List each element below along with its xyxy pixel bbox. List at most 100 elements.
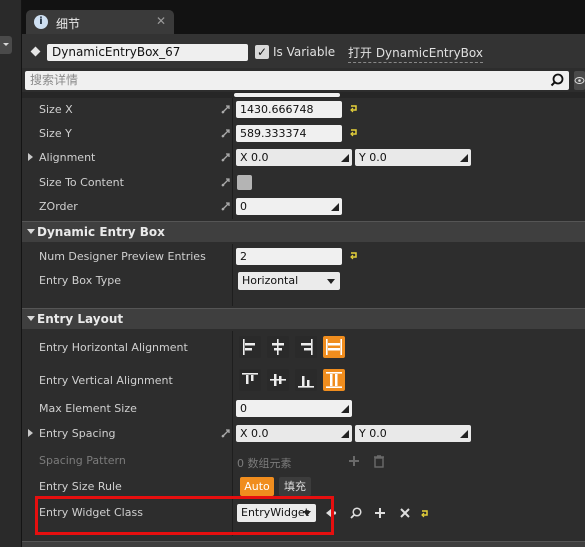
spacing-pattern-label: Spacing Pattern — [39, 454, 126, 467]
num-preview-entries-field[interactable]: 2 — [236, 248, 342, 265]
collapse-handle[interactable] — [0, 36, 12, 54]
bind-icon[interactable] — [220, 428, 231, 439]
drag-grip-icon — [460, 430, 468, 438]
browse-search-icon[interactable] — [349, 506, 363, 520]
reset-arrow-icon[interactable] — [349, 103, 359, 113]
expand-arrow-icon[interactable] — [28, 153, 33, 161]
entry-spacing-row: Entry Spacing X 0.0 Y 0.0 — [22, 422, 585, 446]
v-align-top-button[interactable] — [239, 369, 261, 391]
reset-arrow-icon[interactable] — [349, 250, 359, 260]
size-y-label: Size Y — [39, 127, 72, 140]
tab-label: 细节 — [56, 17, 81, 31]
search-icon[interactable] — [550, 73, 565, 88]
close-icon[interactable]: ✕ — [156, 14, 166, 28]
entry-spacing-label: Entry Spacing — [39, 427, 116, 440]
v-align-fill-button[interactable] — [323, 369, 345, 391]
max-element-size-field[interactable]: 0 — [236, 400, 352, 417]
drag-grip-icon — [341, 405, 349, 413]
collapse-arrow-icon — [27, 229, 35, 234]
entry-h-align-label: Entry Horizontal Alignment — [39, 341, 188, 354]
add-icon[interactable] — [347, 454, 361, 468]
details-panel: DynamicEntryBox_67 ✓ Is Variable 打开 Dyna… — [22, 34, 585, 547]
align-left-icon — [243, 339, 255, 355]
use-selected-arrow-icon[interactable] — [325, 506, 339, 520]
bind-icon[interactable] — [220, 177, 231, 188]
max-element-size-row: Max Element Size 0 — [22, 397, 585, 421]
is-variable-checkbox[interactable]: ✓ — [255, 45, 269, 59]
entry-spacing-y-field[interactable]: Y 0.0 — [355, 425, 471, 442]
size-x-row: Size X 1430.666748 — [22, 98, 585, 122]
drag-grip-icon — [460, 154, 468, 162]
widget-header: DynamicEntryBox_67 ✓ Is Variable 打开 Dyna… — [22, 34, 585, 68]
size-to-content-checkbox[interactable] — [237, 175, 252, 190]
bind-icon[interactable] — [220, 128, 231, 139]
reset-arrow-icon[interactable] — [349, 127, 359, 137]
add-icon[interactable] — [373, 506, 387, 520]
size-x-field[interactable]: 1430.666748 — [236, 101, 342, 118]
bind-icon[interactable] — [220, 152, 231, 163]
drag-grip-icon — [341, 430, 349, 438]
open-class-link[interactable]: 打开 DynamicEntryBox — [348, 44, 483, 63]
section-dynamic-entry-box[interactable]: Dynamic Entry Box — [22, 221, 585, 242]
chevron-down-icon — [327, 279, 335, 284]
widget-name-field[interactable]: DynamicEntryBox_67 — [47, 44, 248, 61]
alignment-label: Alignment — [39, 151, 96, 164]
size-x-label: Size X — [39, 103, 73, 116]
tab-bar: i 细节 ✕ — [22, 0, 585, 34]
search-row: 搜索详情 — [22, 71, 585, 91]
size-rule-auto-button[interactable]: Auto — [240, 477, 274, 496]
section-next[interactable] — [22, 541, 585, 547]
column-divider[interactable] — [232, 244, 233, 306]
v-align-center-button[interactable] — [267, 369, 289, 391]
alignment-row: Alignment X 0.0 Y 0.0 — [22, 146, 585, 170]
scrollbar-thumb[interactable] — [234, 93, 340, 97]
h-align-left-button[interactable] — [239, 336, 261, 358]
section-title: Dynamic Entry Box — [37, 225, 165, 239]
entry-size-rule-row: Entry Size Rule Auto 填充 — [22, 475, 585, 499]
zorder-field[interactable]: 0 — [236, 198, 342, 215]
entry-box-type-label: Entry Box Type — [39, 274, 121, 287]
collapse-arrow-icon — [27, 316, 35, 321]
bind-icon[interactable] — [220, 104, 231, 115]
size-y-field[interactable]: 589.333374 — [236, 125, 342, 142]
entry-widget-class-dropdown[interactable]: EntryWidget — [237, 504, 316, 522]
max-element-size-label: Max Element Size — [39, 402, 137, 415]
entry-size-rule-label: Entry Size Rule — [39, 480, 122, 493]
bind-icon[interactable] — [220, 201, 231, 212]
column-divider[interactable] — [232, 331, 233, 536]
is-variable-label: Is Variable — [273, 45, 336, 59]
eye-icon — [574, 77, 585, 84]
alignment-y-field[interactable]: Y 0.0 — [355, 149, 471, 166]
h-align-fill-button[interactable] — [323, 336, 345, 358]
clear-x-icon[interactable] — [398, 506, 412, 520]
expand-arrow-icon[interactable] — [28, 429, 33, 437]
drag-grip-icon — [341, 154, 349, 162]
reset-arrow-icon[interactable] — [420, 508, 430, 518]
search-input[interactable]: 搜索详情 — [25, 71, 569, 90]
column-divider[interactable] — [232, 98, 233, 219]
trash-icon[interactable] — [372, 454, 386, 468]
tab-details[interactable]: i 细节 ✕ — [26, 10, 174, 34]
v-align-bottom-button[interactable] — [295, 369, 317, 391]
entry-widget-class-label: Entry Widget Class — [39, 506, 143, 519]
entry-box-type-dropdown[interactable]: Horizontal — [238, 272, 340, 290]
h-align-center-button[interactable] — [267, 336, 289, 358]
num-preview-entries-label: Num Designer Preview Entries — [39, 250, 206, 263]
alignment-x-field[interactable]: X 0.0 — [236, 149, 352, 166]
h-align-right-button[interactable] — [295, 336, 317, 358]
chevron-down-icon — [303, 511, 311, 516]
section-title: Entry Layout — [37, 312, 124, 326]
spacing-pattern-count: 0 数组元素 — [237, 457, 292, 470]
size-rule-fill-button[interactable]: 填充 — [279, 477, 311, 496]
align-fill-icon — [326, 339, 342, 355]
entry-widget-class-row: Entry Widget Class EntryWidget — [22, 501, 585, 525]
num-preview-entries-row: Num Designer Preview Entries 2 — [22, 245, 585, 269]
entry-spacing-x-field[interactable]: X 0.0 — [236, 425, 352, 442]
align-fill-vertical-icon — [326, 372, 342, 388]
size-y-row: Size Y 589.333374 — [22, 122, 585, 146]
section-entry-layout[interactable]: Entry Layout — [22, 308, 585, 329]
zorder-row: ZOrder 0 — [22, 195, 585, 219]
left-edge-strip — [0, 0, 22, 547]
spacing-pattern-row: Spacing Pattern 0 数组元素 — [22, 449, 585, 473]
size-to-content-label: Size To Content — [39, 176, 124, 189]
